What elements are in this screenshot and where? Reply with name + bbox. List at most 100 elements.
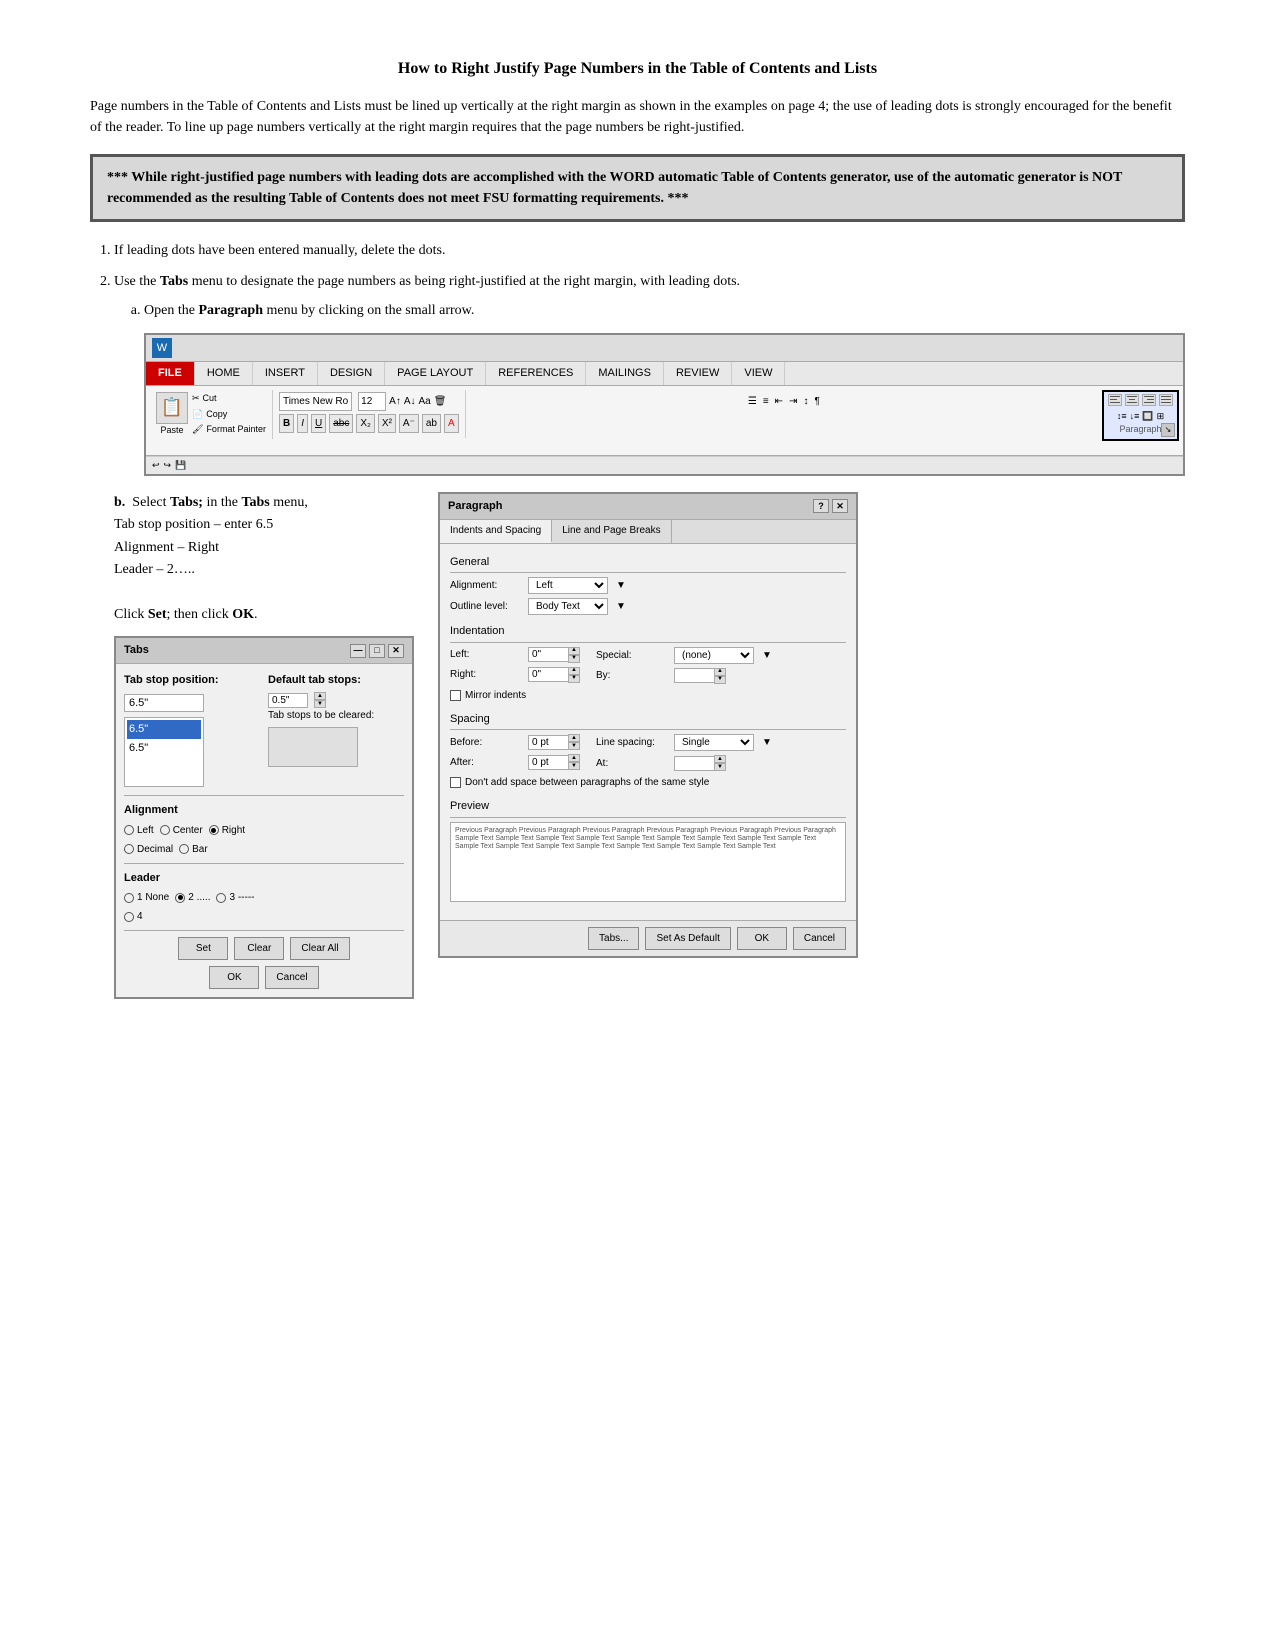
cut-item[interactable]: ✂ Cut [192,392,266,406]
before-down-btn[interactable]: ▼ [568,742,580,750]
align-center-icon[interactable] [1125,394,1139,406]
para-minimize-button[interactable]: ? [813,499,829,513]
text-highlight-button[interactable]: ab [422,414,441,433]
line-spacing-icon[interactable]: ↕≡ [1117,410,1127,424]
para-ok-btn[interactable]: OK [737,927,787,950]
special-select[interactable]: (none) [674,647,754,664]
listbox-item-2[interactable]: 6.5" [127,739,201,758]
paste-button[interactable]: 📋 Paste [156,392,188,438]
undo-icon[interactable]: ↩ [152,459,160,473]
para-cancel-btn[interactable]: Cancel [793,927,846,950]
shading-icon[interactable]: 🔲 [1142,410,1153,424]
after-down-btn[interactable]: ▼ [568,762,580,770]
leader-2-radio[interactable]: 2 ..... [175,890,210,905]
tab-view[interactable]: VIEW [732,362,785,385]
tabs-btn[interactable]: Tabs... [588,927,639,950]
align-left-radio[interactable]: Left [124,823,154,838]
special-dropdown-arrow[interactable]: ▼ [762,648,772,663]
leader-4-radio[interactable]: 4 [124,909,143,924]
font-name[interactable]: Times New Ro [279,392,352,411]
shrink-font-icon[interactable]: A↓ [404,394,416,409]
tab-review[interactable]: REVIEW [664,362,732,385]
alignment-dropdown-arrow[interactable]: ▼ [616,578,626,593]
tab-design[interactable]: DESIGN [318,362,385,385]
paragraph-dialog-arrow[interactable]: ↘ [1161,423,1175,437]
left-indent-row: Left: ▲ ▼ [450,647,580,663]
default-stops-input[interactable] [268,693,308,708]
bold-button[interactable]: B [279,414,294,433]
font-color-button[interactable]: A [444,414,459,433]
mirror-indents-checkbox[interactable]: Mirror indents [450,688,846,703]
sort-icon[interactable]: ↕ [803,394,808,409]
clear-format-icon[interactable]: 🗑 [434,394,447,409]
subscript-button[interactable]: X₂ [356,414,375,433]
outline-dropdown-arrow[interactable]: ▼ [616,599,626,614]
at-down-btn[interactable]: ▼ [714,763,726,771]
superscript-button[interactable]: X² [378,414,396,433]
tab-stop-input[interactable] [124,694,204,712]
strikethrough-button[interactable]: abc [329,414,353,433]
align-center-radio[interactable]: Center [160,823,203,838]
minimize-button[interactable]: — [350,644,366,658]
leader-3-radio[interactable]: 3 ----- [216,890,254,905]
outline-level-select[interactable]: Body Text [528,598,608,615]
left-down-btn[interactable]: ▼ [568,655,580,663]
right-down-btn[interactable]: ▼ [568,675,580,683]
indents-spacing-tab[interactable]: Indents and Spacing [440,520,552,543]
save-icon[interactable]: 💾 [175,459,186,473]
after-input[interactable] [528,755,568,770]
by-input[interactable] [674,668,714,683]
decrease-indent-icon[interactable]: ⇤ [775,394,783,409]
line-spacing-arrow[interactable]: ▼ [762,735,772,750]
show-marks-icon[interactable]: ¶ [814,394,819,409]
alignment-select[interactable]: Left [528,577,608,594]
ordered-list-icon[interactable]: ≡ [763,394,769,409]
tab-page-layout[interactable]: PAGE LAYOUT [385,362,486,385]
copy-item[interactable]: 📄 Copy [192,408,266,422]
clear-button[interactable]: Clear [234,937,284,960]
clear-all-button[interactable]: Clear All [290,937,349,960]
text-effects-button[interactable]: A⁻ [399,414,419,433]
format-painter-item[interactable]: 🖌 Format Painter [192,423,266,437]
spinner-down[interactable]: ▼ [314,700,326,708]
tab-file[interactable]: FILE [146,362,195,385]
para-close-button[interactable]: ✕ [832,499,848,513]
line-spacing-select[interactable]: Single [674,734,754,751]
increase-indent-icon[interactable]: ⇥ [789,394,797,409]
align-right-radio[interactable]: Right [209,823,245,838]
dont-add-space-checkbox[interactable]: Don't add space between paragraphs of th… [450,775,846,790]
ok-button[interactable]: OK [209,966,259,989]
grow-font-icon[interactable]: A↑ [389,394,401,409]
right-input[interactable] [528,667,568,682]
tab-references[interactable]: REFERENCES [486,362,586,385]
paragraph-spacing-icon[interactable]: ↓≡ [1130,410,1140,424]
tab-stop-listbox[interactable]: 6.5" 6.5" [124,717,204,787]
tab-home[interactable]: HOME [195,362,253,385]
change-case-icon[interactable]: Aa [419,394,431,409]
leader-1-radio[interactable]: 1 None [124,890,169,905]
close-button[interactable]: ✕ [388,644,404,658]
align-decimal-radio[interactable]: Decimal [124,842,173,857]
italic-button[interactable]: I [297,414,308,433]
align-right-icon[interactable] [1142,394,1156,406]
before-input[interactable] [528,735,568,750]
align-justify-icon[interactable] [1159,394,1173,406]
set-as-default-btn[interactable]: Set As Default [645,927,730,950]
align-left-icon[interactable] [1108,394,1122,406]
underline-button[interactable]: U [311,414,326,433]
at-input[interactable] [674,756,714,771]
line-page-breaks-tab[interactable]: Line and Page Breaks [552,520,671,543]
font-size[interactable]: 12 [358,392,386,411]
cancel-button[interactable]: Cancel [265,966,318,989]
left-input[interactable] [528,647,568,662]
set-button[interactable]: Set [178,937,228,960]
listbox-item-1[interactable]: 6.5" [127,720,201,739]
tab-insert[interactable]: INSERT [253,362,318,385]
tab-mailings[interactable]: MAILINGS [586,362,664,385]
redo-icon[interactable]: ↪ [164,459,172,473]
align-bar-radio[interactable]: Bar [179,842,208,857]
by-down-btn[interactable]: ▼ [714,676,726,684]
borders-icon[interactable]: ⊞ [1157,410,1165,424]
maximize-button[interactable]: □ [369,644,385,658]
list-icon[interactable]: ☰ [748,394,757,409]
